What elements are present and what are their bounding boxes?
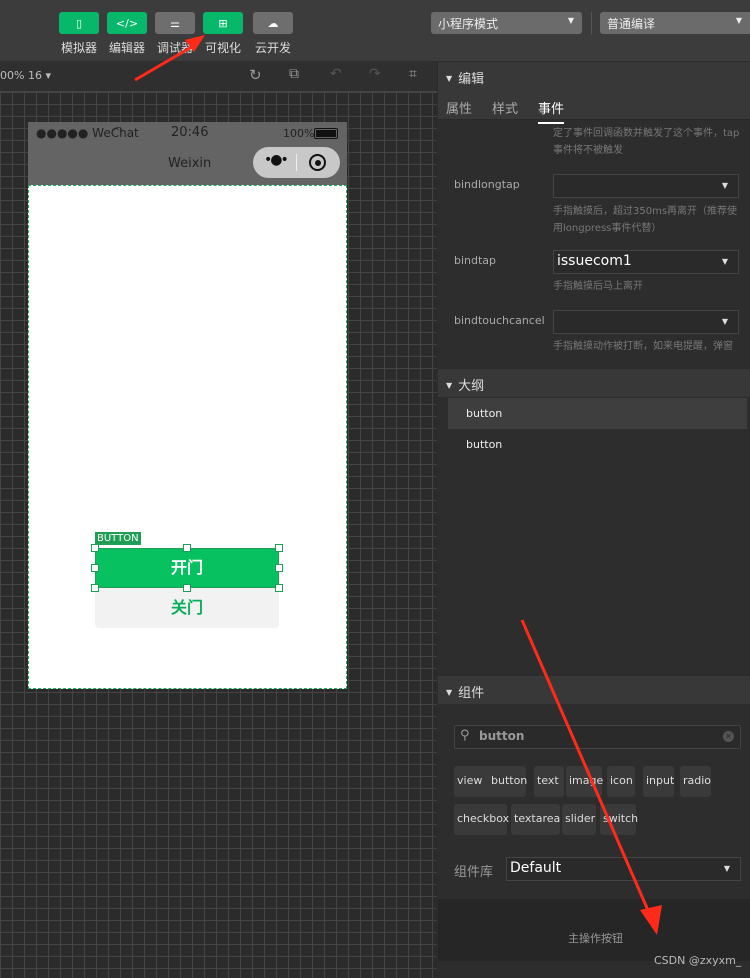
arrow-line [134, 43, 196, 82]
arrow-head [640, 905, 662, 935]
annotation-arrows [134, 35, 662, 935]
arrow-line [520, 619, 652, 916]
